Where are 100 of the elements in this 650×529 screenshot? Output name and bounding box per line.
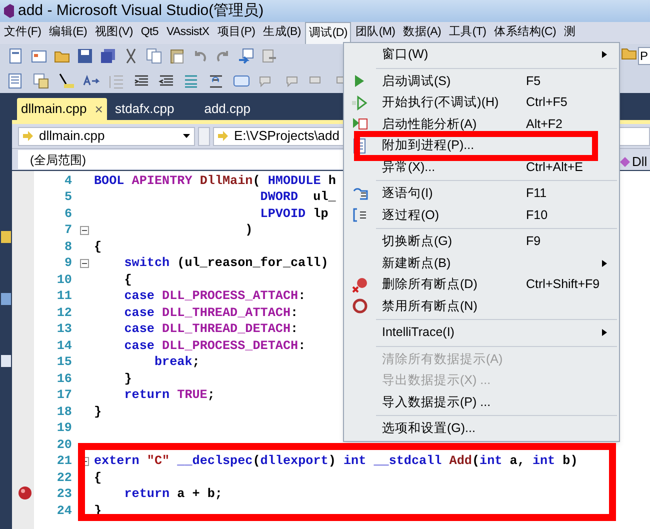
redo-icon[interactable] [215, 48, 231, 64]
tab[interactable]: add.cpp [200, 98, 254, 120]
line-number: 4 [63, 172, 73, 190]
code-line: { [94, 470, 102, 487]
code-line: } [94, 404, 102, 421]
code-line: { [123, 272, 132, 289]
circle-icon [352, 298, 368, 314]
code-line: case DLL_PROCESS_ATTACH: [123, 288, 306, 306]
copy-icon[interactable] [146, 48, 162, 64]
line-number: 24 [56, 502, 73, 520]
line-number: 13 [56, 321, 73, 338]
menu-item[interactable]: 导入数据提示(P) ... [344, 392, 619, 413]
document-icon[interactable] [8, 48, 24, 64]
wrap-icon[interactable] [208, 72, 225, 88]
code-line: return TRUE; [123, 387, 215, 404]
code-line: { [94, 238, 102, 256]
menu-item[interactable]: 体系结构(C) [490, 22, 560, 44]
step-into-icon [352, 186, 368, 202]
menu-item[interactable]: IntelliTrace(I) [344, 322, 619, 344]
align-icon[interactable] [183, 72, 200, 88]
code-line: return a + b; [123, 486, 222, 504]
member-dropdown[interactable]: Dll [632, 152, 648, 172]
folder-icon[interactable] [621, 46, 637, 60]
menu-item[interactable]: 文件(F) [0, 22, 46, 44]
save-all-icon[interactable] [100, 48, 116, 64]
code-line: ) [244, 222, 253, 240]
line-number: 23 [56, 486, 73, 504]
window-icon[interactable] [31, 48, 47, 64]
outline-play-icon [352, 94, 368, 111]
line-number: 5 [63, 189, 73, 206]
line-number: 14 [56, 338, 73, 355]
line-number: 18 [56, 404, 73, 421]
search-field[interactable]: P [638, 47, 650, 65]
menu-item[interactable]: 开始执行(不调试)(H) Ctrl+F5 [344, 92, 619, 114]
line-number: 11 [56, 288, 73, 306]
code-line: DWORD ul_ [259, 189, 336, 206]
save-icon[interactable] [77, 48, 93, 64]
window-title: add - Microsoft Visual Studio(管理员) [18, 0, 264, 21]
arrow-icon [218, 131, 228, 141]
menu-item[interactable]: 测 [560, 22, 580, 44]
line-number: 20 [56, 436, 73, 454]
menu-item[interactable]: Qt5 [136, 22, 163, 44]
code-line: break; [153, 354, 200, 372]
menu-item[interactable]: 选项和设置(G)... [344, 418, 619, 440]
line-number: 7 [63, 222, 73, 240]
tab[interactable]: stdafx.cpp [110, 98, 178, 120]
line-number: 12 [56, 304, 73, 322]
menu-item[interactable]: 生成(B) [259, 22, 305, 44]
bookmark-icon[interactable] [233, 72, 250, 88]
line-number: 17 [56, 387, 73, 404]
close-button[interactable]: × [94, 98, 103, 120]
line-number: 15 [56, 354, 73, 372]
menu-item[interactable]: 逐语句(I) F11 [344, 183, 619, 204]
indent-icon[interactable] [158, 72, 175, 88]
menu-item[interactable]: 新建断点(B) [344, 252, 619, 274]
line-number: 6 [63, 206, 73, 223]
chart-icon [352, 116, 368, 132]
collapse-icon[interactable] [80, 259, 88, 268]
menu-item[interactable]: 项目(P) [213, 22, 260, 44]
menu-item[interactable]: 禁用所有断点(N) [344, 296, 619, 317]
menu-item[interactable]: 启动性能分析(A) Alt+F2 [344, 114, 619, 135]
menu-item[interactable]: 逐过程(O) F10 [344, 204, 619, 226]
menu-item[interactable]: 视图(V) [91, 22, 137, 44]
code-line: case DLL_PROCESS_DETACH: [123, 338, 306, 355]
code-line: case DLL_THREAD_DETACH: [123, 321, 298, 338]
menu-item[interactable]: 编辑(E) [45, 22, 92, 44]
line-number: 8 [63, 238, 73, 256]
tab[interactable]: dllmain.cpp × [17, 98, 107, 120]
menu-item[interactable]: 团队(M) [351, 22, 400, 44]
line-number: 22 [56, 470, 73, 487]
menu-item[interactable]: 工具(T) [445, 22, 490, 44]
app-icon [4, 4, 14, 18]
menu-item[interactable]: 调试(D) [304, 22, 352, 44]
undo-icon[interactable] [192, 48, 208, 64]
navigate-icon[interactable] [238, 48, 254, 64]
menu-item[interactable]: 删除所有断点(D) Ctrl+Shift+F9 [344, 274, 619, 296]
code-line: extern "C" __declspec(dllexport) int __stdcall Add(int a, int b) [94, 453, 578, 470]
file-dropdown[interactable]: dllmain.cpp [18, 126, 195, 146]
cursor-icon[interactable] [58, 72, 75, 88]
line-number: 10 [56, 272, 73, 289]
code-line: switch (ul_reason_for_call) [123, 255, 328, 272]
breakpoint-icon[interactable] [18, 486, 32, 500]
menu-item[interactable]: 窗口(W) [344, 44, 619, 66]
windows-icon[interactable] [33, 72, 50, 88]
code-line: BOOL APIENTRY DllMain( HMODULE h [94, 172, 336, 190]
code-line: } [123, 370, 132, 388]
menu-item[interactable]: VAssistX [162, 22, 214, 44]
code-line: LPVOID lp [259, 206, 328, 223]
collapse-icon[interactable] [80, 226, 88, 236]
line-number: 16 [56, 370, 73, 388]
menu-item[interactable]: 切换断点(G) F9 [344, 231, 619, 252]
arrow-icon [23, 131, 33, 141]
menu-item[interactable]: 启动调试(S) F5 [344, 70, 619, 92]
outdent-icon[interactable] [133, 72, 150, 88]
delete-breakpoints-icon [352, 276, 368, 293]
line-number: 9 [63, 255, 73, 272]
paste-icon[interactable] [169, 48, 185, 64]
line-number: 21 [56, 453, 73, 470]
step-over-icon [352, 207, 368, 224]
menu-item[interactable]: 数据(A) [399, 22, 446, 44]
